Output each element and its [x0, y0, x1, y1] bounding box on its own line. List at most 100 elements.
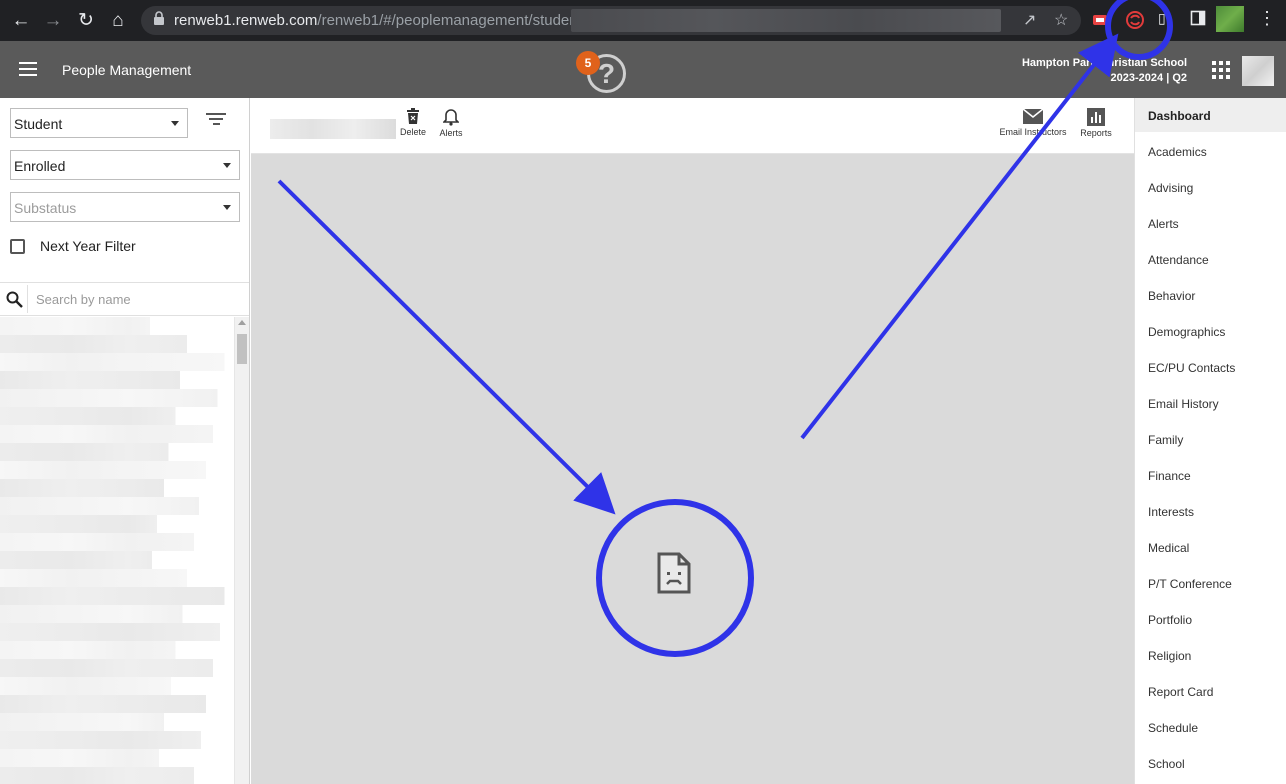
nav-item-demographics[interactable]: Demographics: [1135, 314, 1286, 348]
list-item[interactable]: [0, 587, 234, 605]
nav-item-family[interactable]: Family: [1135, 422, 1286, 456]
alerts-label: Alerts: [439, 128, 463, 138]
list-item[interactable]: [0, 515, 234, 533]
list-item[interactable]: [0, 551, 234, 569]
main-content: Delete Alerts Email Instructors Reports: [251, 98, 1134, 784]
filter-icon[interactable]: [206, 113, 226, 127]
nav-item-finance[interactable]: Finance: [1135, 458, 1286, 492]
list-item[interactable]: [0, 371, 234, 389]
extension-pdf-icon[interactable]: [1092, 12, 1112, 32]
bar-chart-icon: [1087, 108, 1105, 126]
browser-menu-icon[interactable]: ⋮: [1258, 8, 1278, 28]
alerts-button[interactable]: Alerts: [431, 108, 471, 138]
substatus-select[interactable]: Substatus: [10, 192, 240, 222]
list-item[interactable]: [0, 641, 234, 659]
apps-grid-icon[interactable]: [1212, 61, 1230, 79]
nav-item-email-history[interactable]: Email History: [1135, 386, 1286, 420]
nav-item-report-card[interactable]: Report Card: [1135, 674, 1286, 708]
next-year-label: Next Year Filter: [40, 238, 136, 254]
search-input[interactable]: [27, 285, 242, 313]
nav-item-dashboard[interactable]: Dashboard: [1135, 98, 1286, 132]
lock-icon[interactable]: [153, 11, 165, 31]
list-item[interactable]: [0, 677, 234, 695]
list-item[interactable]: [0, 623, 234, 641]
share-icon[interactable]: ↗: [1023, 10, 1036, 30]
list-item[interactable]: [0, 749, 234, 767]
list-item[interactable]: [0, 425, 234, 443]
list-item[interactable]: [0, 389, 234, 407]
nav-item-portfolio[interactable]: Portfolio: [1135, 602, 1286, 636]
next-year-checkbox[interactable]: [10, 239, 25, 254]
list-item[interactable]: [0, 533, 234, 551]
list-item[interactable]: [0, 461, 234, 479]
page-title: People Management: [62, 62, 192, 78]
nav-item-behavior[interactable]: Behavior: [1135, 278, 1286, 312]
profile-avatar[interactable]: [1216, 6, 1244, 32]
search-icon: [6, 291, 23, 308]
list-item[interactable]: [0, 767, 234, 784]
search-bar: [0, 282, 249, 316]
browser-toolbar: ← → ↻ ⌂ renweb1.renweb.com/renweb1/#/peo…: [0, 0, 1286, 41]
redacted-url: [571, 9, 1001, 32]
notification-badge: 5: [576, 51, 600, 75]
extensions-puzzle-icon[interactable]: ▯: [1158, 10, 1178, 30]
user-avatar[interactable]: [1242, 56, 1274, 86]
list-item[interactable]: [0, 353, 234, 371]
list-item[interactable]: [0, 479, 234, 497]
hamburger-menu-icon[interactable]: [19, 62, 37, 76]
list-item[interactable]: [0, 407, 234, 425]
list-item[interactable]: [0, 713, 234, 731]
forward-icon[interactable]: →: [40, 8, 66, 34]
nav-item-schedule[interactable]: Schedule: [1135, 710, 1286, 744]
nav-item-alerts[interactable]: Alerts: [1135, 206, 1286, 240]
nav-item-medical[interactable]: Medical: [1135, 530, 1286, 564]
list-item[interactable]: [0, 731, 234, 749]
filter-panel: Student Enrolled Substatus Next Year Fil…: [0, 98, 250, 784]
nav-item-ec-pu-contacts[interactable]: EC/PU Contacts: [1135, 350, 1286, 384]
trash-icon: [407, 108, 419, 124]
bell-icon: [443, 109, 459, 126]
student-toolbar: Delete Alerts Email Instructors Reports: [251, 98, 1134, 154]
app-header: People Management ? 5 Hampton Park Chris…: [0, 41, 1286, 98]
side-panel-icon[interactable]: [1190, 10, 1210, 30]
reload-icon[interactable]: ↻: [73, 8, 99, 34]
nav-item-attendance[interactable]: Attendance: [1135, 242, 1286, 276]
enrollment-select[interactable]: Enrolled: [10, 150, 240, 180]
substatus-placeholder: Substatus: [14, 200, 77, 216]
list-item[interactable]: [0, 659, 234, 677]
list-item[interactable]: [0, 317, 234, 335]
record-nav: Dashboard Academics Advising Alerts Attendan…: [1134, 98, 1286, 784]
nav-item-school[interactable]: School: [1135, 746, 1286, 780]
nav-item-religion[interactable]: Religion: [1135, 638, 1286, 672]
list-item[interactable]: [0, 497, 234, 515]
back-icon[interactable]: ←: [8, 8, 34, 34]
delete-label: Delete: [399, 127, 426, 137]
home-icon[interactable]: ⌂: [105, 8, 131, 34]
list-item[interactable]: [0, 569, 234, 587]
email-instructors-label: Email Instructors: [999, 127, 1067, 137]
nav-item-advising[interactable]: Advising: [1135, 170, 1286, 204]
securly-extension-icon[interactable]: [1125, 10, 1145, 30]
person-type-select[interactable]: Student: [10, 108, 188, 138]
address-bar[interactable]: renweb1.renweb.com/renweb1/#/peoplemanag…: [141, 6, 1081, 35]
nav-item-academics[interactable]: Academics: [1135, 134, 1286, 168]
school-info: Hampton Park Christian School 2023-2024 …: [1022, 56, 1187, 86]
person-type-value: Student: [14, 116, 63, 132]
email-instructors-button[interactable]: Email Instructors: [993, 108, 1073, 137]
broken-page-icon: [657, 552, 691, 599]
enrollment-value: Enrolled: [14, 158, 66, 174]
list-item[interactable]: [0, 605, 234, 623]
url-text[interactable]: renweb1.renweb.com/renweb1/#/peoplemanag…: [174, 12, 586, 29]
list-item[interactable]: [0, 335, 234, 353]
redacted-student-name: [270, 119, 396, 139]
nav-item-p-t-conference[interactable]: P/T Conference: [1135, 566, 1286, 600]
reports-button[interactable]: Reports: [1076, 108, 1116, 138]
nav-item-interests[interactable]: Interests: [1135, 494, 1286, 528]
list-item[interactable]: [0, 695, 234, 713]
delete-button[interactable]: Delete: [393, 108, 433, 137]
list-scrollbar[interactable]: [234, 317, 249, 784]
envelope-icon: [1022, 108, 1044, 124]
star-icon[interactable]: ☆: [1054, 10, 1068, 30]
student-list[interactable]: [0, 317, 234, 784]
list-item[interactable]: [0, 443, 234, 461]
